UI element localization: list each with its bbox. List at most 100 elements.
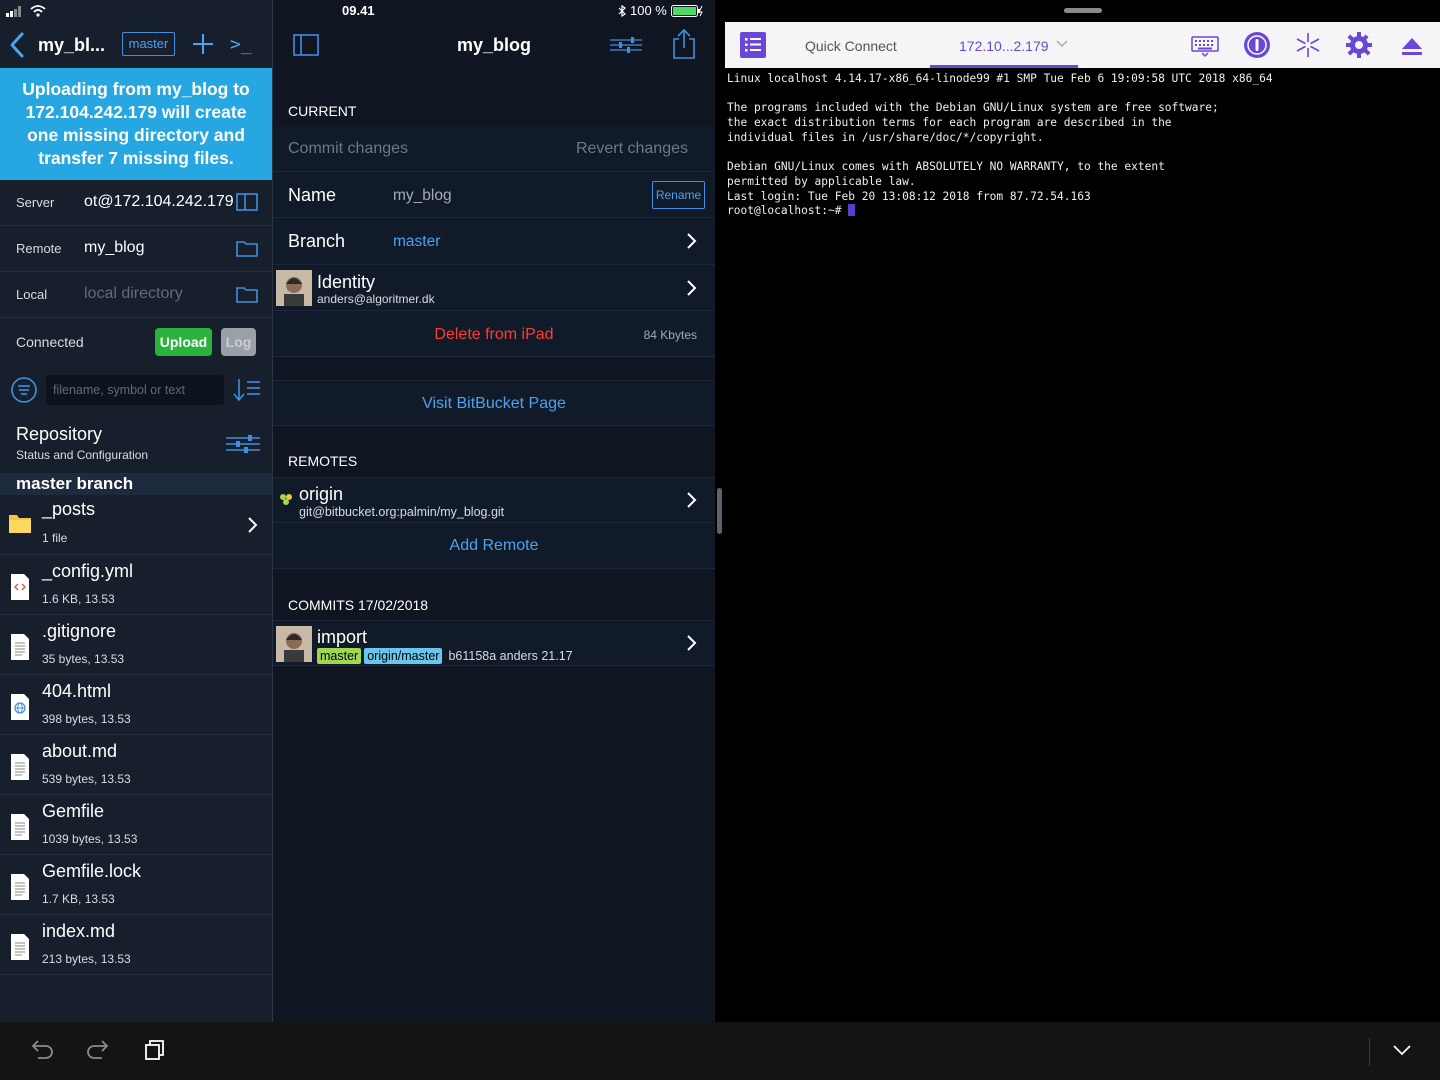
- commit-row[interactable]: import master origin/master b61158a ande…: [273, 620, 715, 666]
- log-button[interactable]: Log: [221, 328, 256, 356]
- file-item[interactable]: 404.html 398 bytes, 13.53: [0, 675, 272, 735]
- window-grip[interactable]: [1064, 8, 1102, 13]
- sliders-icon[interactable]: [224, 432, 262, 456]
- repository-row[interactable]: Repository Status and Configuration: [0, 418, 272, 472]
- folder-icon[interactable]: [236, 284, 258, 304]
- commit-title: import: [317, 627, 368, 647]
- local-label: Local: [16, 287, 48, 302]
- terminal-line: Linux localhost 4.14.17-x86_64-linode99 …: [727, 72, 1273, 85]
- remote-origin-row[interactable]: origin git@bitbucket.org:palmin/my_blog.…: [273, 477, 715, 523]
- local-row[interactable]: Local local directory: [0, 272, 272, 318]
- chevron-down-icon[interactable]: [1388, 1036, 1416, 1064]
- revert-changes-button[interactable]: Revert changes: [576, 140, 688, 158]
- battery-icon: [670, 4, 703, 17]
- html-file-icon: [8, 693, 32, 721]
- visit-bitbucket-button[interactable]: Visit BitBucket Page: [273, 395, 715, 413]
- share-icon[interactable]: [671, 28, 697, 60]
- keyboard-shortcut-bar: [0, 1022, 1440, 1080]
- terminal-output[interactable]: Linux localhost 4.14.17-x86_64-linode99 …: [727, 72, 1439, 219]
- file-item[interactable]: Gemfile.lock 1.7 KB, 13.53: [0, 855, 272, 915]
- local-directory-placeholder[interactable]: local directory: [84, 285, 183, 303]
- file-item[interactable]: .gitignore 35 bytes, 13.53: [0, 615, 272, 675]
- terminal-pane: Quick Connect 172.10...2.179 Linux local…: [725, 0, 1440, 1022]
- info-icon[interactable]: [1243, 31, 1271, 59]
- filter-icon[interactable]: [10, 376, 38, 404]
- file-item[interactable]: about.md 539 bytes, 13.53: [0, 735, 272, 795]
- active-tab-indicator: [930, 65, 1078, 68]
- gear-icon[interactable]: [1345, 31, 1373, 59]
- chevron-down-icon[interactable]: [1055, 39, 1069, 49]
- terminal-line: Debian GNU/Linux comes with ABSOLUTELY N…: [727, 160, 1165, 174]
- split-view-icon[interactable]: [236, 192, 258, 212]
- redo-icon[interactable]: [84, 1036, 112, 1064]
- list-menu-icon[interactable]: [739, 31, 767, 59]
- text-file-icon: [8, 633, 32, 661]
- left-nav-bar: my_bl... master >_: [0, 26, 272, 66]
- server-row[interactable]: Server ot@172.104.242.179: [0, 180, 272, 226]
- file-item[interactable]: _posts 1 file: [0, 495, 272, 555]
- terminal-toolbar: Quick Connect 172.10...2.179: [725, 22, 1440, 68]
- branch-label: Branch: [288, 231, 346, 251]
- copy-icon[interactable]: [141, 1036, 169, 1064]
- remote-row[interactable]: Remote my_blog: [0, 226, 272, 272]
- tab-quick-connect[interactable]: Quick Connect: [805, 38, 897, 54]
- file-meta: 213 bytes, 13.53: [42, 952, 131, 966]
- eject-icon[interactable]: [1398, 31, 1426, 59]
- back-chevron-icon[interactable]: [8, 30, 28, 60]
- keyboard-icon[interactable]: [1191, 31, 1219, 59]
- bluetooth-icon: [618, 4, 626, 17]
- middle-title: my_blog: [456, 35, 531, 55]
- battery-percent: 100 %: [630, 3, 667, 18]
- commit-changes-button[interactable]: Commit changes: [288, 140, 408, 158]
- status-battery: 100 %: [618, 3, 703, 18]
- add-remote-button[interactable]: Add Remote: [273, 537, 715, 555]
- commit-meta: b61158a anders 21.17: [448, 649, 573, 663]
- remote-name: origin: [299, 484, 344, 504]
- bitbucket-icon: [280, 494, 292, 505]
- sliders-icon[interactable]: [609, 36, 643, 54]
- left-pane: my_bl... master >_ Uploading from my_blo…: [0, 0, 272, 1022]
- terminal-cursor: [848, 204, 856, 217]
- terminal-prompt: root@localhost:~#: [727, 204, 849, 218]
- file-item[interactable]: Gemfile 1039 bytes, 13.53: [0, 795, 272, 855]
- upload-button[interactable]: Upload: [155, 328, 212, 356]
- file-item[interactable]: _config.yml 1.6 KB, 13.53: [0, 555, 272, 615]
- name-value: my_blog: [393, 187, 452, 204]
- branch-row[interactable]: Branch master: [273, 218, 715, 265]
- terminal-prompt-line[interactable]: root@localhost:~#: [727, 204, 1439, 219]
- sparkle-icon[interactable]: [1294, 31, 1322, 59]
- folder-icon[interactable]: [236, 238, 258, 258]
- file-item[interactable]: index.md 213 bytes, 13.53: [0, 915, 272, 975]
- text-file-icon: [8, 813, 32, 841]
- rename-button[interactable]: Rename: [652, 181, 705, 209]
- upload-info-banner: Uploading from my_blog to 172.104.242.17…: [0, 68, 272, 180]
- branch-badge[interactable]: master: [122, 32, 175, 56]
- split-view-grip[interactable]: [717, 488, 722, 534]
- file-name: Gemfile.lock: [42, 861, 142, 881]
- filter-input[interactable]: [46, 375, 224, 405]
- status-indicators: [6, 3, 46, 19]
- text-file-icon: [8, 933, 32, 961]
- text-file-icon: [8, 753, 32, 781]
- file-name: index.md: [42, 921, 116, 941]
- file-name: _config.yml: [42, 561, 134, 581]
- terminal-icon[interactable]: >_: [230, 34, 252, 55]
- identity-row[interactable]: Identity anders@algoritmer.dk: [273, 265, 715, 311]
- wifi-icon: [30, 5, 46, 17]
- undo-icon[interactable]: [28, 1036, 56, 1064]
- server-value[interactable]: ot@172.104.242.179: [84, 193, 234, 211]
- file-meta: 1039 bytes, 13.53: [42, 832, 138, 846]
- terminal-line: Last login: Tue Feb 20 13:08:12 2018 fro…: [727, 189, 1091, 203]
- server-label: Server: [16, 195, 55, 210]
- chevron-right-icon: [248, 517, 258, 533]
- remotes-section-label: REMOTES: [288, 453, 358, 469]
- sort-icon[interactable]: [232, 376, 262, 404]
- name-label: Name: [288, 185, 337, 205]
- tab-host[interactable]: 172.10...2.179: [959, 38, 1049, 54]
- signal-icon: [6, 6, 21, 17]
- remote-value[interactable]: my_blog: [84, 239, 144, 257]
- plus-icon[interactable]: [191, 30, 215, 58]
- filter-row: [0, 366, 272, 412]
